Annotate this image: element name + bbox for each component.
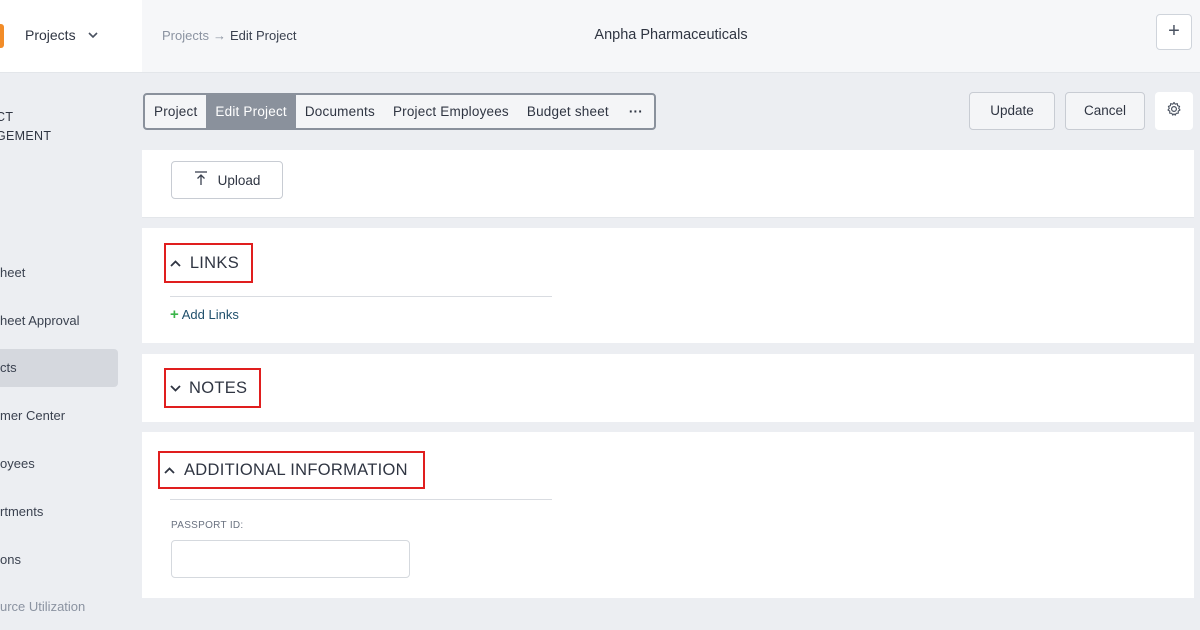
section-title-line1: CT (0, 110, 14, 124)
plus-icon: + (170, 306, 179, 323)
additional-info-divider (170, 499, 552, 500)
notes-panel: NOTES (142, 354, 1194, 422)
sidebar-item-label: heet (0, 265, 26, 280)
project-selector-label: Projects (25, 27, 76, 43)
links-title: LINKS (189, 253, 239, 272)
additional-info-section-toggle[interactable]: ADDITIONAL INFORMATION (158, 451, 425, 489)
upload-panel: Upload (142, 150, 1194, 218)
sidebar-item-departments[interactable]: rtments (0, 493, 118, 531)
chevron-up-icon (164, 466, 176, 474)
upload-icon (194, 171, 208, 189)
upload-button[interactable]: Upload (171, 161, 283, 199)
tab-bar: Project Edit Project Documents Project E… (143, 93, 656, 130)
settings-button[interactable] (1155, 92, 1193, 130)
plus-icon: + (1168, 20, 1180, 42)
sidebar-item-customer-center[interactable]: mer Center (0, 397, 118, 435)
app-logo (0, 24, 4, 48)
sidebar-item-label: ons (0, 552, 21, 567)
links-divider (170, 296, 552, 297)
notes-section-toggle[interactable]: NOTES (164, 368, 261, 408)
sidebar-section-title: CT GEMENT (0, 108, 51, 146)
links-section-toggle[interactable]: LINKS (164, 243, 253, 283)
add-links-link[interactable]: + Add Links (170, 306, 239, 323)
tab-project[interactable]: Project (145, 95, 206, 128)
sidebar-top: Projects (0, 0, 142, 73)
update-button[interactable]: Update (969, 92, 1055, 130)
add-button[interactable]: + (1156, 14, 1192, 50)
company-name: Anpha Pharmaceuticals (594, 27, 748, 43)
sidebar: Projects CT GEMENT heet heet Approval ct… (0, 0, 142, 630)
sidebar-item-label: rtments (0, 504, 44, 519)
additional-info-panel: ADDITIONAL INFORMATION PASSPORT ID: (142, 432, 1194, 598)
add-links-label: Add Links (181, 307, 239, 322)
tab-project-employees[interactable]: Project Employees (384, 95, 518, 128)
sidebar-item-label: mer Center (0, 408, 66, 423)
sidebar-item-positions[interactable]: ons (0, 541, 118, 579)
cancel-button[interactable]: Cancel (1065, 92, 1145, 130)
project-selector[interactable]: Projects (25, 27, 98, 43)
chevron-down-icon (170, 384, 181, 392)
gear-icon (1166, 101, 1182, 122)
notes-title: NOTES (189, 378, 248, 397)
sidebar-item-timesheet-approval[interactable]: heet Approval (0, 302, 118, 340)
sidebar-item-employees[interactable]: oyees (0, 445, 118, 483)
links-panel: LINKS + Add Links (142, 228, 1194, 343)
top-header: Projects → Edit Project Anpha Pharmaceut… (142, 0, 1200, 73)
sidebar-item-resource-utilization[interactable]: urce Utilization (0, 588, 118, 626)
passport-id-label: PASSPORT ID: (171, 520, 244, 531)
more-tabs-icon[interactable]: ··· (618, 95, 654, 128)
chevron-down-icon (88, 28, 98, 42)
app-root: Projects CT GEMENT heet heet Approval ct… (0, 0, 1200, 630)
sidebar-item-label: heet Approval (0, 313, 80, 328)
sidebar-item-label: urce Utilization (0, 599, 86, 614)
chevron-up-icon (170, 259, 182, 267)
sidebar-item-timesheet[interactable]: heet (0, 254, 118, 292)
tab-documents[interactable]: Documents (296, 95, 384, 128)
tab-edit-project[interactable]: Edit Project (206, 95, 296, 128)
sidebar-item-label: oyees (0, 456, 35, 471)
additional-info-title: ADDITIONAL INFORMATION (184, 460, 408, 479)
sidebar-item-projects[interactable]: cts (0, 349, 118, 387)
sidebar-item-label: cts (0, 360, 17, 375)
tab-budget-sheet[interactable]: Budget sheet (518, 95, 618, 128)
section-title-line2: GEMENT (0, 129, 52, 143)
upload-label: Upload (217, 172, 261, 188)
passport-id-input[interactable] (171, 540, 410, 578)
